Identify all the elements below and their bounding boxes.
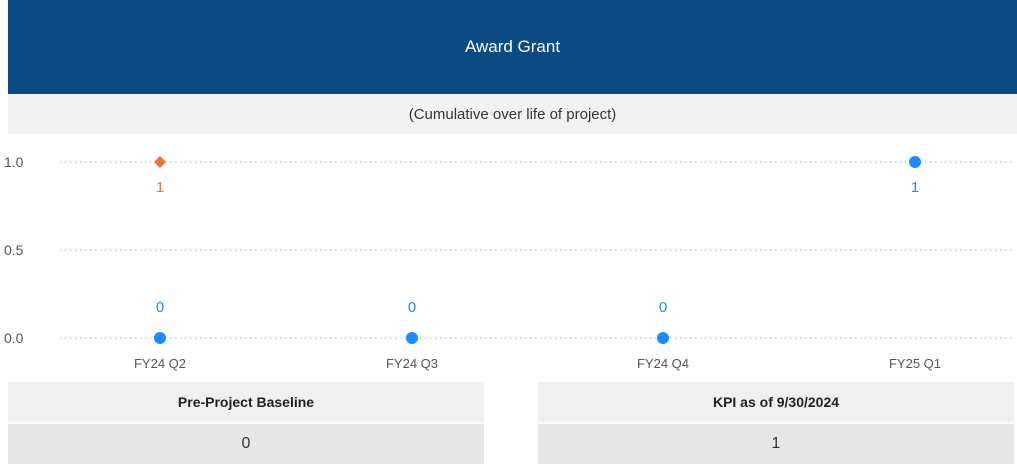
chart-header: Award Grant xyxy=(8,0,1017,94)
kpi-label: KPI as of 9/30/2024 xyxy=(538,382,1014,422)
scatter-chart: 0.0 0.5 1.0 FY24 Q2 FY24 Q3 FY24 Q4 FY25 Q1 0 0 0… xyxy=(4,154,1012,371)
data-point-diamond xyxy=(154,156,166,168)
chart-subtitle: (Cumulative over life of project) xyxy=(408,105,617,123)
chart-subtitle-bar: (Cumulative over life of project) xyxy=(8,94,1017,134)
y-tick-label: 0.0 xyxy=(4,330,24,346)
data-label: 0 xyxy=(156,299,164,316)
data-point xyxy=(406,332,418,344)
x-tick-label: FY24 Q3 xyxy=(386,356,438,371)
y-tick-label: 1.0 xyxy=(4,154,24,170)
kpi-card: KPI as of 9/30/2024 1 xyxy=(538,382,1014,464)
x-tick-label: FY25 Q1 xyxy=(889,356,941,371)
y-tick-label: 0.5 xyxy=(4,242,24,258)
data-point xyxy=(657,332,669,344)
baseline-value: 0 xyxy=(8,424,484,464)
data-point xyxy=(909,156,921,168)
data-label: 0 xyxy=(659,299,667,316)
x-tick-label: FY24 Q4 xyxy=(637,356,689,371)
data-label: 0 xyxy=(408,299,416,316)
x-tick-label: FY24 Q2 xyxy=(134,356,186,371)
chart-title: Award Grant xyxy=(464,37,561,56)
kpi-value: 1 xyxy=(538,424,1014,464)
baseline-card: Pre-Project Baseline 0 xyxy=(8,382,484,464)
data-label: 1 xyxy=(156,179,164,196)
baseline-label: Pre-Project Baseline xyxy=(8,382,484,422)
data-point xyxy=(154,332,166,344)
data-label: 1 xyxy=(911,179,919,196)
